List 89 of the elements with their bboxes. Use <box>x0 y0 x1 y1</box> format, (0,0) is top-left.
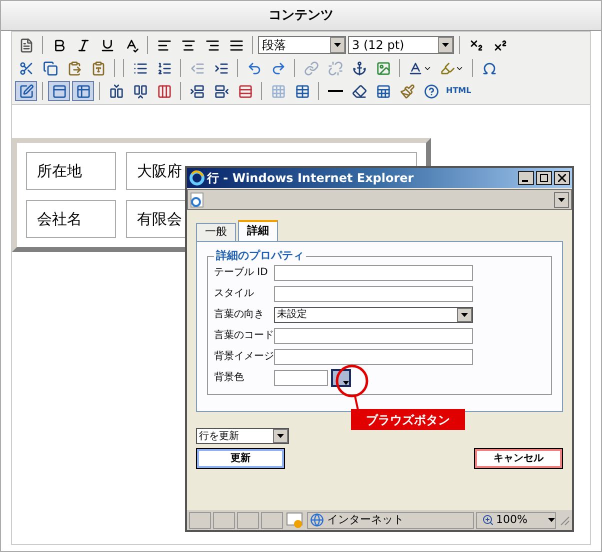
dropdown[interactable]: 3 (12 pt) <box>348 36 454 54</box>
align-right-icon <box>204 38 220 52</box>
zoom-icon <box>482 514 494 526</box>
scissors-icon <box>18 60 34 76</box>
table-icon <box>294 84 310 98</box>
dropdown[interactable]: 未設定 <box>274 306 473 322</box>
minimize-button[interactable] <box>518 171 534 185</box>
clipboard-text-icon <box>90 60 106 76</box>
superscript-icon <box>492 38 508 52</box>
tab[interactable]: 詳細 <box>238 220 278 241</box>
table-cell: 会社名 <box>26 200 116 238</box>
insert-row-icon <box>190 84 204 98</box>
help-icon <box>424 84 438 98</box>
rows-icon <box>238 84 252 98</box>
align-center-icon <box>180 38 196 52</box>
status-pane <box>213 512 235 528</box>
link-icon <box>304 60 318 76</box>
horizontal-rule-icon <box>328 90 342 92</box>
globe-icon <box>310 513 324 527</box>
caret-icon <box>343 380 349 384</box>
page-icon <box>190 192 204 208</box>
edit-icon <box>18 84 34 98</box>
highlight-circle <box>335 364 369 398</box>
italic-icon <box>76 38 90 52</box>
leader-line <box>354 396 360 410</box>
field-label: スタイル <box>214 287 255 301</box>
update-button[interactable]: 更新 <box>196 448 285 469</box>
clipboard-icon <box>66 60 82 76</box>
highlighter-icon <box>440 60 455 76</box>
lock-icon <box>285 512 305 528</box>
numbered-list-icon <box>156 60 172 76</box>
status-zone: インターネット <box>307 512 474 528</box>
input-field[interactable] <box>274 286 473 302</box>
cancel-button[interactable]: キャンセル <box>474 448 563 469</box>
close-button[interactable] <box>554 171 570 185</box>
callout-label: ブラウズボタン <box>351 409 465 430</box>
text-color-icon <box>408 60 423 76</box>
table-cell: 所在地 <box>26 152 116 190</box>
indent-icon <box>214 60 228 76</box>
browser-icon <box>189 170 205 186</box>
field-label: 背景イメージ <box>214 350 274 364</box>
field-label: テーブル ID <box>214 266 269 280</box>
panel-title: コンテンツ <box>268 6 334 25</box>
field-label: 言葉のコード <box>214 328 274 343</box>
table-border-icon <box>52 84 66 98</box>
eraser-icon <box>352 84 366 98</box>
anchor-icon <box>352 60 366 76</box>
input-field[interactable] <box>274 264 473 280</box>
table-grid-icon <box>376 84 390 98</box>
unlink-icon <box>328 60 342 76</box>
resize-grip-icon <box>558 514 570 526</box>
tab[interactable]: 一般 <box>196 223 236 241</box>
caret-icon <box>548 518 555 522</box>
maximize-icon <box>540 174 548 182</box>
omega-icon <box>482 60 496 76</box>
insert-column-icon <box>108 84 124 98</box>
subscript-icon <box>468 38 484 52</box>
input-field[interactable] <box>274 328 473 344</box>
html-button[interactable]: HTML <box>444 81 474 101</box>
brush-icon <box>400 84 414 98</box>
dropdown[interactable]: 段落 <box>258 36 346 54</box>
field-label: 言葉の向き <box>214 308 265 322</box>
maximize-button[interactable] <box>536 171 552 185</box>
align-justify-icon <box>228 38 244 52</box>
undo-icon <box>246 60 262 76</box>
status-pane <box>261 512 283 528</box>
window-title: 行 - Windows Internet Explorer <box>207 170 415 187</box>
insert-row-icon <box>214 84 228 98</box>
align-left-icon <box>156 38 172 52</box>
redo-icon <box>270 60 286 76</box>
input-field[interactable] <box>274 370 328 386</box>
columns-icon <box>156 84 172 98</box>
group-title: 詳細のプロパティ <box>214 248 305 264</box>
underline-icon <box>100 38 114 52</box>
zoom-control[interactable]: 100% <box>476 512 556 528</box>
file-icon <box>18 38 34 52</box>
grid-icon <box>270 84 286 98</box>
outdent-icon <box>190 60 204 76</box>
table-icon <box>76 84 90 98</box>
status-pane <box>189 512 211 528</box>
field-label: 背景色 <box>214 370 245 385</box>
image-icon <box>376 60 390 76</box>
close-icon <box>558 174 566 182</box>
copy-icon <box>42 60 58 76</box>
status-pane <box>237 512 259 528</box>
insert-column-icon <box>132 84 148 98</box>
dropdown[interactable]: 行を更新 <box>196 428 289 444</box>
bullet-list-icon <box>132 60 148 76</box>
input-field[interactable] <box>274 348 473 364</box>
